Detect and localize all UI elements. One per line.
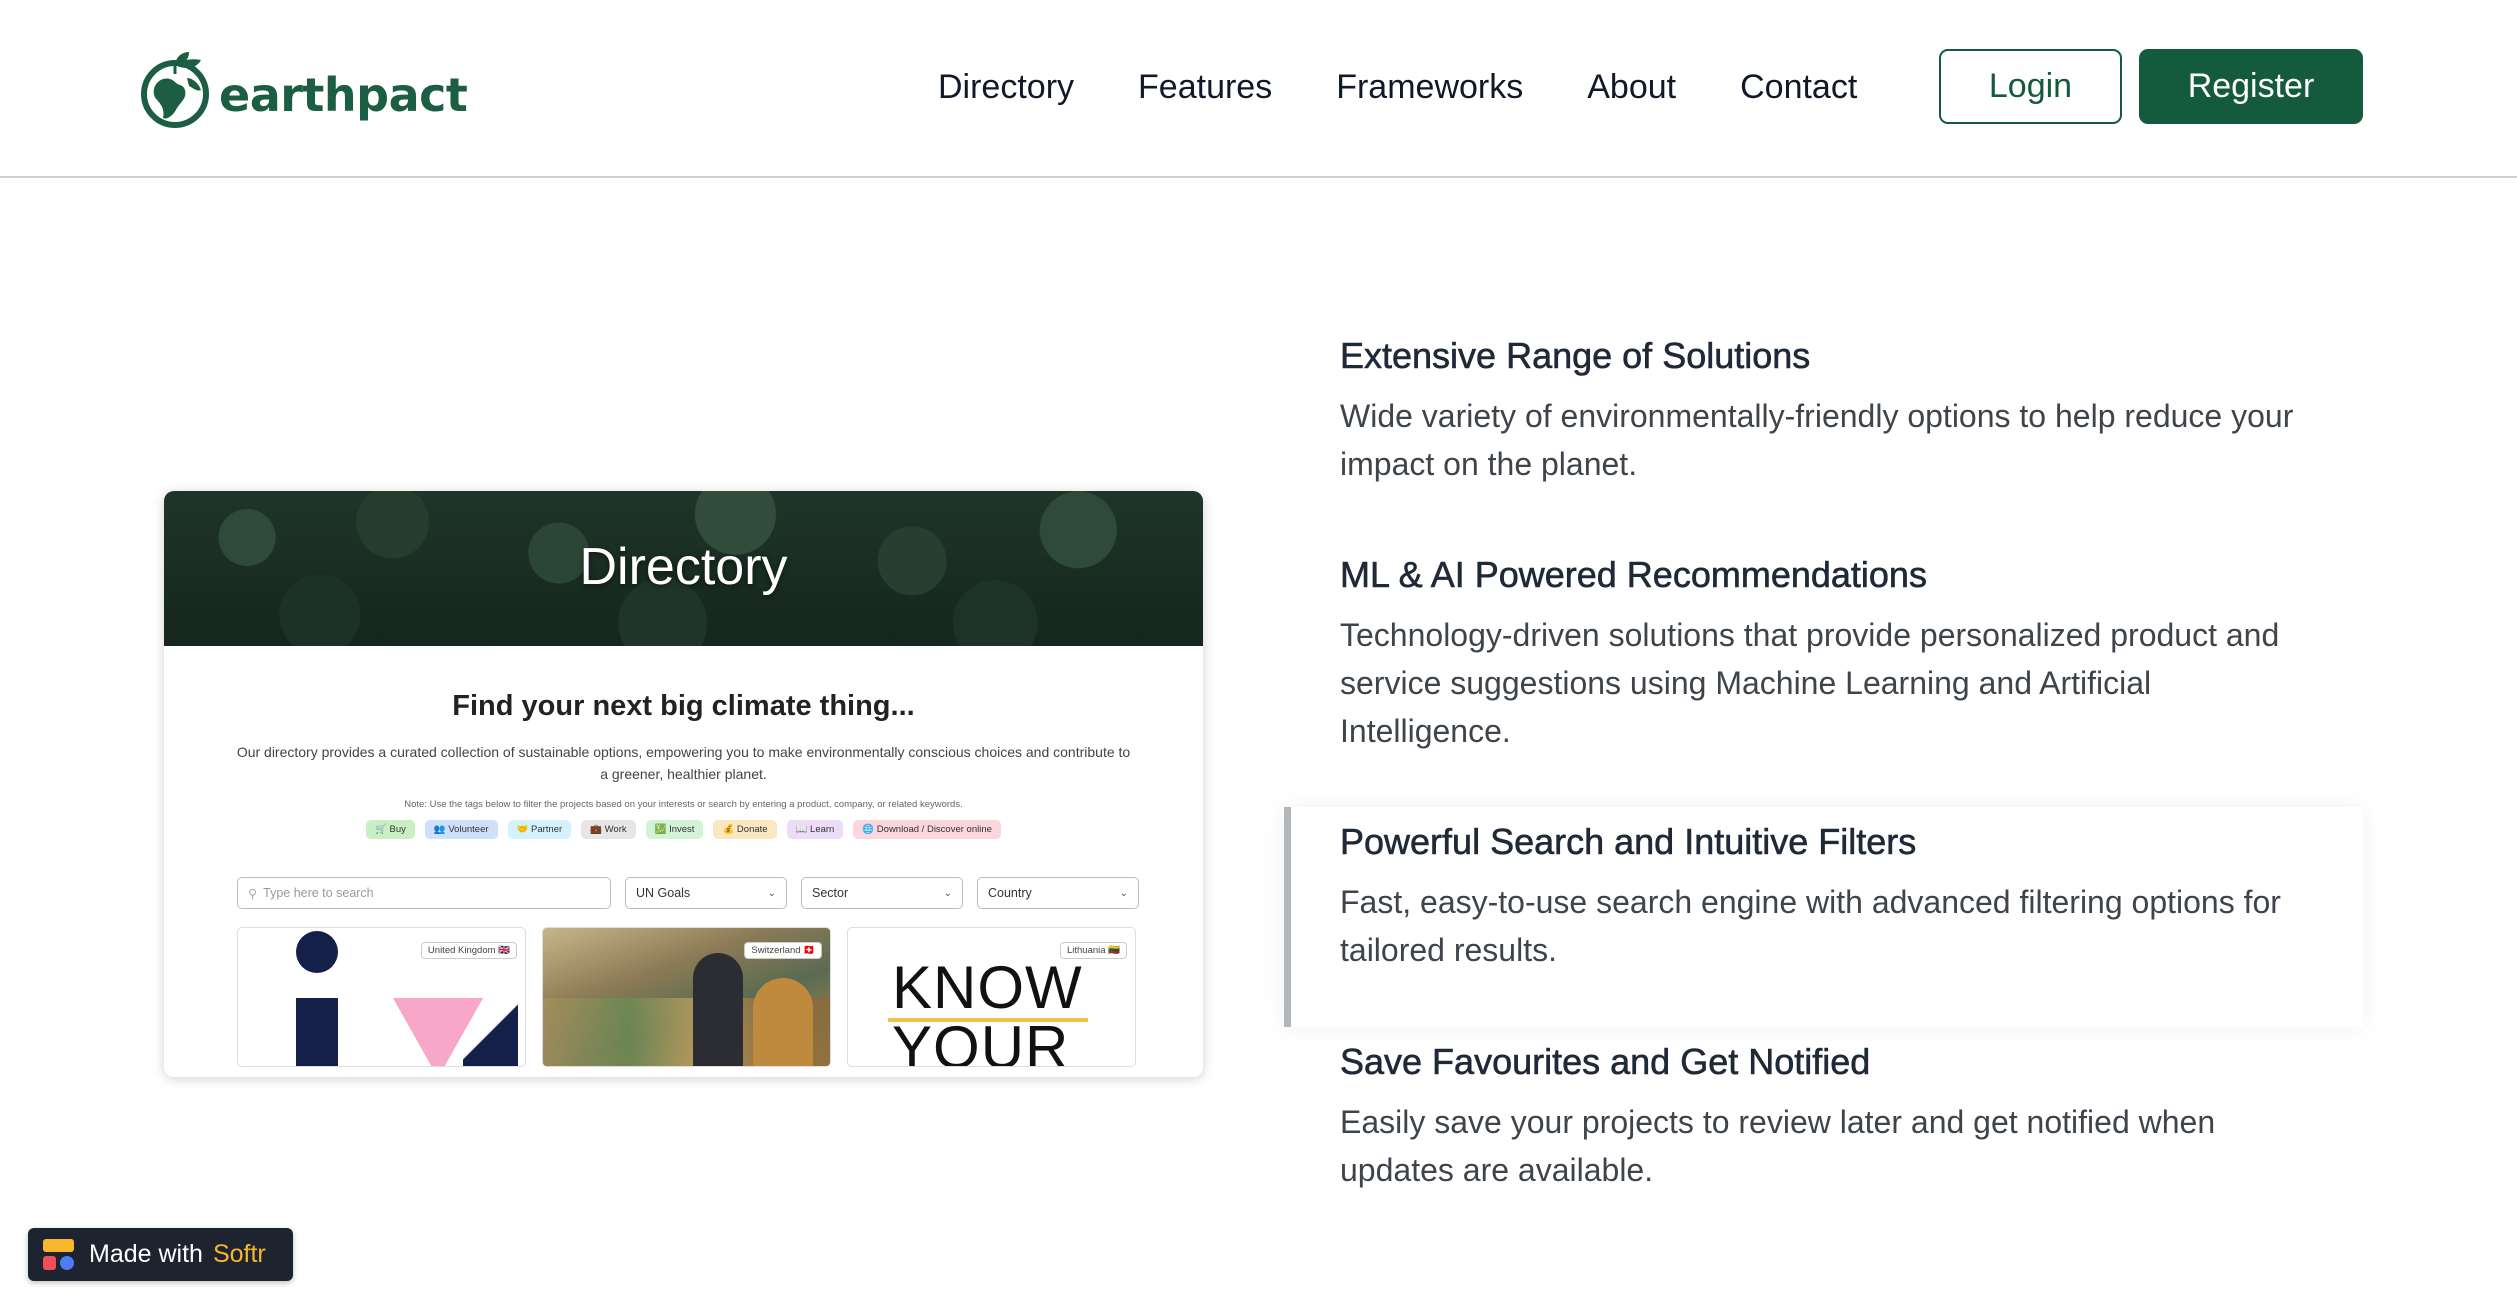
preview-select-label: Sector [812,886,849,900]
preview-tag-volunteer: 👥 Volunteer [424,820,498,839]
preview-card: United Kingdom 🇬🇧 [237,927,526,1067]
preview-tag-work: 💼 Work [581,820,636,839]
login-button[interactable]: Login [1939,49,2122,124]
preview-tag-learn: 📖 Learn [786,820,844,839]
nav-item-frameworks[interactable]: Frameworks [1336,63,1523,111]
preview-tag-buy: 🛒 Buy [366,820,415,839]
card-artwork [296,931,338,973]
preview-card: KNOW YOUR Lithuania 🇱🇹 [847,927,1136,1067]
preview-heading: Find your next big climate thing... [452,690,915,722]
preview-card: Switzerland 🇨🇭 [542,927,831,1067]
brand-name: earthpact [219,68,468,122]
preview-select-label: UN Goals [636,886,691,900]
feature-description: Wide variety of environmentally-friendly… [1340,398,2294,482]
card-photo [693,953,743,1066]
preview-description: Our directory provides a curated collect… [236,744,1131,782]
preview-country-select: Country ⌄ [977,877,1139,909]
feature-item-ml-ai[interactable]: ML & AI Powered Recommendations Technolo… [1284,551,2363,755]
preview-search-input: ⚲ Type here to search [237,877,611,909]
made-with-softr-badge[interactable]: Made with Softr [28,1228,293,1281]
feature-description: Technology-driven solutions that provide… [1340,617,2280,749]
nav-item-contact[interactable]: Contact [1740,63,1857,111]
register-button[interactable]: Register [2139,49,2363,124]
preview-tag-invest: 💹 Invest [645,820,704,839]
card-poster-line: KNOW [892,954,1083,1021]
feature-title: Extensive Range of Solutions [1340,335,1811,377]
chevron-down-icon: ⌄ [767,887,776,899]
preview-tag-partner: 🤝 Partner [507,820,572,839]
card-photo [753,978,813,1066]
country-badge: United Kingdom 🇬🇧 [420,942,517,959]
feature-title: ML & AI Powered Recommendations [1340,554,1928,596]
site-header: earthpact Directory Features Frameworks … [0,0,2517,178]
card-underline [888,1018,1088,1022]
feature-title: Save Favourites and Get Notified [1340,1041,1871,1083]
feature-title: Powerful Search and Intuitive Filters [1340,821,1917,863]
preview-un-goals-select: UN Goals ⌄ [625,877,787,909]
earth-logo-icon [141,52,209,128]
chevron-down-icon: ⌄ [1119,887,1128,899]
preview-banner: Directory [164,491,1203,646]
country-badge: Lithuania 🇱🇹 [1059,942,1127,959]
feature-description: Fast, easy-to-use search engine with adv… [1340,884,2281,968]
main-nav: Directory Features Frameworks About Cont… [938,63,1857,111]
chevron-down-icon: ⌄ [943,887,952,899]
feature-item-range[interactable]: Extensive Range of Solutions Wide variet… [1284,332,2363,488]
preview-tag-list: 🛒 Buy 👥 Volunteer 🤝 Partner 💼 Work 💹 Inv… [164,820,1203,839]
preview-filter-bar: ⚲ Type here to search UN Goals ⌄ Sector … [237,877,1203,909]
softr-badge-brand: Softr [212,1240,266,1268]
card-artwork [296,998,338,1066]
nav-item-directory[interactable]: Directory [938,63,1074,111]
directory-preview-image: Directory Find your next big climate thi… [164,491,1203,1077]
preview-search-placeholder: Type here to search [263,886,374,900]
preview-tag-download: 🌐 Download / Discover online [853,820,1001,839]
softr-logo-icon [43,1239,74,1270]
preview-tag-donate: 💰 Donate [713,820,777,839]
feature-description: Easily save your projects to review late… [1340,1104,2216,1188]
nav-item-about[interactable]: About [1587,63,1676,111]
card-artwork [463,998,518,1066]
preview-card-grid: United Kingdom 🇬🇧 Switzerland 🇨🇭 KNOW YO… [237,927,1203,1067]
preview-banner-title: Directory [579,538,788,596]
card-poster-line: YOUR [892,1014,1070,1067]
search-icon: ⚲ [248,886,258,901]
preview-note: Note: Use the tags below to filter the p… [404,799,963,810]
brand-logo[interactable]: earthpact [141,48,468,130]
card-poster-text: KNOW YOUR [892,958,1083,1067]
feature-item-search-filters[interactable]: Powerful Search and Intuitive Filters Fa… [1284,807,2363,1027]
feature-item-favourites[interactable]: Save Favourites and Get Notified Easily … [1284,1038,2363,1194]
preview-sector-select: Sector ⌄ [801,877,963,909]
preview-select-label: Country [988,886,1032,900]
nav-item-features[interactable]: Features [1138,63,1272,111]
country-badge: Switzerland 🇨🇭 [744,942,822,959]
softr-badge-prefix: Made with [89,1240,203,1268]
